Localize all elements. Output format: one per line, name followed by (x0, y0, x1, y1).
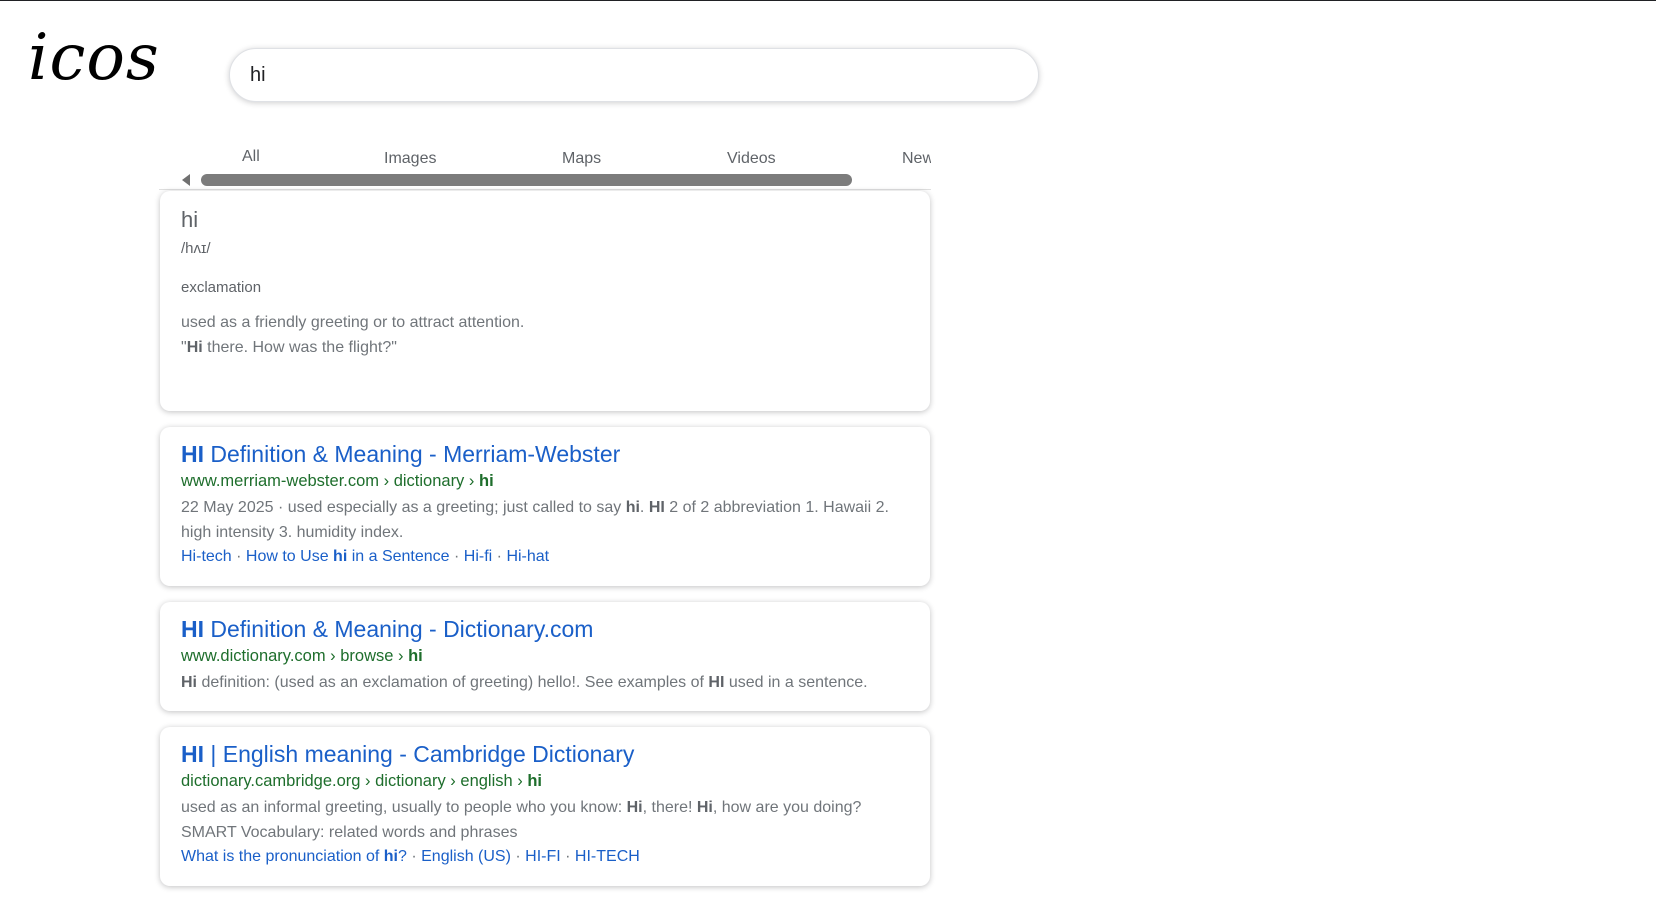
search-box[interactable] (229, 48, 1039, 102)
definition-meaning: used as a friendly greeting or to attrac… (181, 314, 525, 331)
tab-news[interactable]: New (902, 150, 931, 168)
definition-card: hi /hʌɪ/ exclamation used as a friendly … (160, 191, 930, 411)
result-sitelinks: What is the pronunciation of hi? · Engli… (181, 848, 640, 865)
result-title-link[interactable]: HI Definition & Meaning - Merriam-Webste… (181, 441, 620, 468)
definition-example: "Hi there. How was the flight?" (181, 339, 397, 356)
result-snippet: used as an informal greeting, usually to… (181, 799, 862, 841)
tab-all[interactable]: All (242, 148, 260, 166)
sitelink-hi-tech[interactable]: Hi-tech (181, 548, 232, 565)
sitelink-english-us[interactable]: English (US) (421, 848, 511, 865)
result-sitelinks: Hi-tech · How to Use hi in a Sentence · … (181, 548, 550, 565)
tab-videos[interactable]: Videos (727, 150, 776, 168)
sitelink-hi-fi[interactable]: Hi-fi (464, 548, 492, 565)
sitelink-hi-hat[interactable]: Hi-hat (506, 548, 549, 565)
tab-maps[interactable]: Maps (562, 150, 601, 168)
search-input[interactable] (250, 49, 1010, 101)
search-result: HI Definition & Meaning - Dictionary.com… (160, 602, 930, 711)
sitelink-hi-fi[interactable]: HI-FI (525, 848, 561, 865)
result-url: dictionary.cambridge.org › dictionary › … (181, 772, 543, 790)
result-url: www.dictionary.com › browse › hi (181, 647, 423, 665)
result-title-link[interactable]: HI | English meaning - Cambridge Diction… (181, 741, 634, 768)
logo[interactable]: icos (28, 18, 160, 98)
definition-phonetic: /hʌɪ/ (181, 240, 211, 257)
result-title-link[interactable]: HI Definition & Meaning - Dictionary.com (181, 616, 593, 643)
result-snippet: Hi definition: (used as an exclamation o… (181, 674, 868, 691)
tab-divider (159, 189, 931, 190)
scroll-left-arrow-icon[interactable] (182, 174, 190, 186)
result-url: www.merriam-webster.com › dictionary › h… (181, 472, 494, 490)
definition-word: hi (181, 207, 199, 232)
tab-images[interactable]: Images (384, 150, 436, 168)
sitelink-how-to-use[interactable]: How to Use hi in a Sentence (246, 548, 450, 565)
search-result: HI Definition & Meaning - Merriam-Webste… (160, 427, 930, 586)
horizontal-scrollbar-thumb[interactable] (201, 174, 852, 186)
top-border (0, 0, 1656, 1)
result-snippet: 22 May 2025 · used especially as a greet… (181, 499, 889, 541)
sitelink-hi-tech[interactable]: HI-TECH (575, 848, 640, 865)
sitelink-pronunciation[interactable]: What is the pronunciation of hi? (181, 848, 407, 865)
search-result: HI | English meaning - Cambridge Diction… (160, 727, 930, 886)
tab-bar: All Images Maps Videos New (159, 140, 931, 190)
definition-part-of-speech: exclamation (181, 279, 262, 296)
